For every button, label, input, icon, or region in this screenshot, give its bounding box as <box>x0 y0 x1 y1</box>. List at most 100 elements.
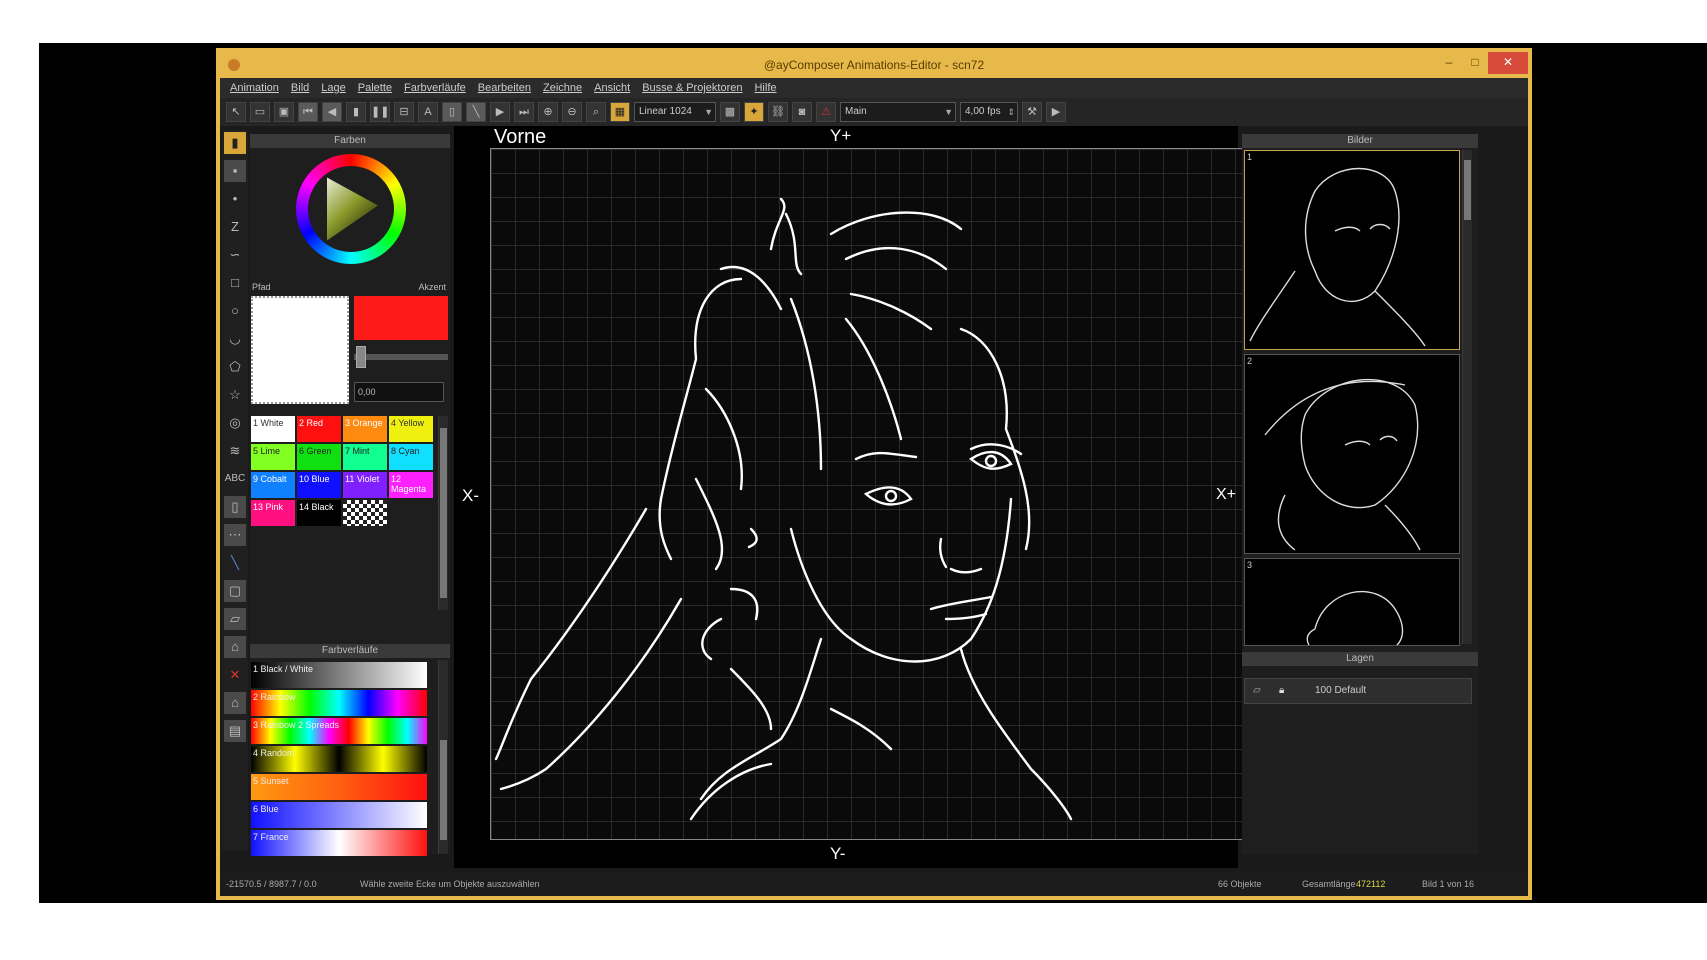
menu-hilfe[interactable]: Hilfe <box>754 78 776 98</box>
text-tool-icon[interactable]: ABC <box>224 468 246 490</box>
star-tool-icon[interactable]: ☆ <box>224 384 246 406</box>
gradient-item[interactable]: 3 Rainbow 2 Spreads <box>251 718 427 744</box>
value-stepper[interactable]: 0,00 <box>354 382 444 402</box>
wrench-icon[interactable]: ⚒ <box>1022 102 1042 122</box>
gradient-item[interactable]: 1 Black / White <box>251 662 427 688</box>
minimize-button[interactable]: – <box>1436 52 1462 74</box>
close-button[interactable]: ✕ <box>1488 52 1528 74</box>
interpolation-select[interactable]: Linear 1024 ▼ <box>634 102 716 122</box>
palette-swatch[interactable]: 2 Red <box>297 416 341 442</box>
prev-frame-icon[interactable]: ◀ <box>322 102 342 122</box>
layer-visibility-icon[interactable]: ▱ <box>1253 679 1261 703</box>
pointer-icon[interactable]: ↖ <box>226 102 246 122</box>
camera-icon[interactable]: ◙ <box>792 102 812 122</box>
menu-palette[interactable]: Palette <box>358 78 392 98</box>
drawing-canvas[interactable] <box>490 148 1252 840</box>
circle-tool-icon[interactable]: ○ <box>224 300 246 322</box>
last-frame-icon[interactable]: ⏭ <box>514 102 534 122</box>
accent-color-swatch[interactable] <box>354 296 448 340</box>
fps-stepper[interactable]: 4,00 fps ⇕ <box>960 102 1018 122</box>
dot-tool-icon[interactable]: • <box>224 188 246 210</box>
zoom-out-icon[interactable]: ⊖ <box>562 102 582 122</box>
menu-ansicht[interactable]: Ansicht <box>594 78 630 98</box>
delete-frame-icon[interactable]: ⊟ <box>394 102 414 122</box>
palette-swatch[interactable]: 11 Violet <box>343 472 387 498</box>
palette-swatch[interactable]: 5 Lime <box>251 444 295 470</box>
palette-swatch[interactable]: 4 Yellow <box>389 416 433 442</box>
menu-animation[interactable]: Animation <box>230 78 279 98</box>
lock-tool-icon[interactable]: ⌂ <box>224 636 246 658</box>
frame-ab-icon[interactable]: A <box>418 102 438 122</box>
palette-swatch[interactable]: 14 Black <box>297 500 341 526</box>
zoom-in-icon[interactable]: ⊕ <box>538 102 558 122</box>
pen-icon[interactable]: ╲ <box>466 102 486 122</box>
grid-icon[interactable]: ▩ <box>720 102 740 122</box>
color-wheel[interactable] <box>296 154 406 264</box>
copy-frame-icon[interactable]: ❚❚ <box>370 102 390 122</box>
frame-view-icon[interactable]: ▯ <box>442 102 462 122</box>
palette-swatch[interactable]: 1 White <box>251 416 295 442</box>
stamp-tool-icon[interactable]: ▢ <box>224 580 246 602</box>
curve-tool-icon[interactable]: ∽ <box>224 244 246 266</box>
gradient-item[interactable]: 5 Sunset <box>251 774 427 800</box>
gradient-item[interactable]: 7 France <box>251 830 427 856</box>
zoom-fit-icon[interactable]: ⌕ <box>586 102 606 122</box>
slider-handle[interactable] <box>356 346 366 368</box>
menu-bild[interactable]: Bild <box>291 78 309 98</box>
frame-chain-icon[interactable]: ⛓ <box>768 102 788 122</box>
palette-swatch[interactable]: 8 Cyan <box>389 444 433 470</box>
intensity-slider[interactable] <box>354 346 448 368</box>
menu-zeichne[interactable]: Zeichne <box>543 78 582 98</box>
menu-busse-projektoren[interactable]: Busse & Projektoren <box>642 78 742 98</box>
layer-row[interactable]: ▱ 🔒︎ 100 Default <box>1244 678 1472 704</box>
insert-frame-icon[interactable]: ▮ <box>346 102 366 122</box>
dotted-tool-icon[interactable]: ⋯ <box>224 524 246 546</box>
frame-thumbnail[interactable]: 1 <box>1244 150 1460 350</box>
polyline-tool-icon[interactable]: Z <box>224 216 246 238</box>
gradients-scrollbar[interactable] <box>438 660 448 854</box>
delete-tool-icon[interactable]: ✕ <box>224 664 246 686</box>
palette-swatch[interactable]: 13 Pink <box>251 500 295 526</box>
palette-swatch[interactable]: 12 Magenta <box>389 472 433 498</box>
palette-swatch[interactable]: 9 Cobalt <box>251 472 295 498</box>
palette-swatch[interactable]: 6 Green <box>297 444 341 470</box>
play-icon[interactable]: ▶ <box>1046 102 1066 122</box>
arc-tool-icon[interactable]: ◡ <box>224 328 246 350</box>
warning-icon[interactable]: ⚠ <box>816 102 836 122</box>
eraser-tool-icon[interactable]: ▱ <box>224 608 246 630</box>
interpolation-icon[interactable]: ▦ <box>610 102 630 122</box>
palette-swatch[interactable]: 3 Orange <box>343 416 387 442</box>
gradient-item[interactable]: 6 Blue <box>251 802 427 828</box>
maximize-button[interactable]: □ <box>1462 52 1488 74</box>
images-scrollbar[interactable] <box>1462 150 1472 644</box>
gradient-item[interactable]: 2 Rainbow <box>251 690 427 716</box>
polygon-tool-icon[interactable]: ⬠ <box>224 356 246 378</box>
frame-thumbnail[interactable]: 3 <box>1244 558 1460 646</box>
rectangle-tool-icon[interactable]: □ <box>224 272 246 294</box>
pen-tool-icon[interactable]: ╲ <box>224 552 246 574</box>
palette-swatch[interactable]: 7 Mint <box>343 444 387 470</box>
lock-icon[interactable]: 🔒︎ <box>1279 679 1284 703</box>
save-icon[interactable]: ▣ <box>274 102 294 122</box>
effects-icon[interactable]: ✦ <box>744 102 764 122</box>
menu-farbverlaeufe[interactable]: Farbverläufe <box>404 78 466 98</box>
first-frame-icon[interactable]: ⏮ <box>298 102 318 122</box>
wave-tool-icon[interactable]: ≋ <box>224 440 246 462</box>
palette-swatch[interactable]: 10 Blue <box>297 472 341 498</box>
path-color-swatch[interactable] <box>251 296 349 404</box>
menu-lage[interactable]: Lage <box>321 78 345 98</box>
line-tool-icon[interactable]: ▯ <box>224 496 246 518</box>
palette-swatch[interactable] <box>343 500 387 526</box>
menu-bearbeiten[interactable]: Bearbeiten <box>478 78 531 98</box>
next-frame-icon[interactable]: ▶ <box>490 102 510 122</box>
gradient-item[interactable]: 4 Random <box>251 746 427 772</box>
frame-thumbnail[interactable]: 2 <box>1244 354 1460 554</box>
frame-tool-icon[interactable]: ▤ <box>224 720 246 742</box>
object-tool-icon[interactable]: ▪ <box>224 160 246 182</box>
palette-scrollbar[interactable] <box>438 416 448 610</box>
select-tool-icon[interactable]: ▮ <box>224 132 246 154</box>
spiral-tool-icon[interactable]: ◎ <box>224 412 246 434</box>
open-icon[interactable]: ▭ <box>250 102 270 122</box>
home-tool-icon[interactable]: ⌂ <box>224 692 246 714</box>
output-select[interactable]: Main ▼ <box>840 102 956 122</box>
